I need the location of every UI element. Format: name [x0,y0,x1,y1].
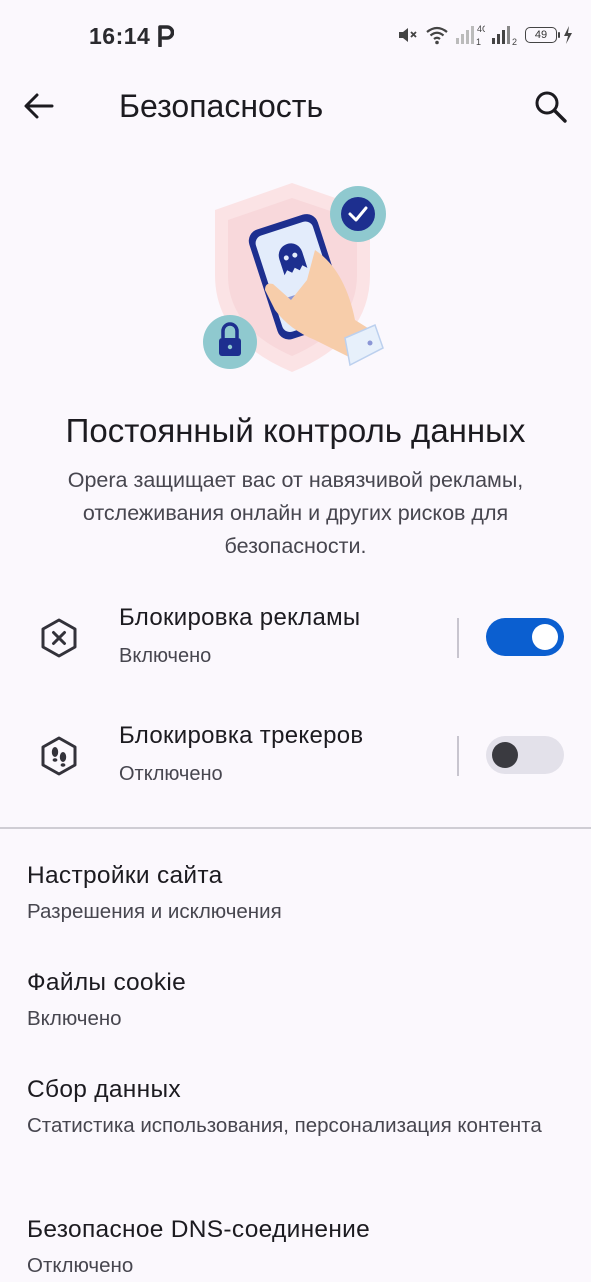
app-bar: Безопасность [0,72,591,144]
cookies-title: Файлы cookie [27,969,187,996]
signal-sim1-icon: 1 4G [456,24,485,46]
cookies-item[interactable]: Файлы cookie Включено [27,969,567,1035]
back-arrow-icon[interactable] [22,89,56,123]
battery-level: 49 [534,29,548,41]
tracker-block-status: Отключено [119,763,223,785]
status-icons: 1 4G 2 49 [397,24,573,46]
hero-description: Opera защищает вас от навязчивой рекламы… [67,468,524,558]
tracker-block-icon [41,736,77,776]
switch-knob [532,624,558,650]
network-type-label: 4G [477,24,485,34]
status-bar: 16:14 1 4G 2 49 [0,0,591,72]
tracker-block-switch[interactable] [486,736,564,774]
toggle-separator [457,618,459,658]
tracker-block-title: Блокировка трекеров [119,722,364,749]
status-time: 16:14 [89,23,151,49]
data-collection-subtitle: Статистика использования, персонализация… [27,1114,542,1137]
mute-icon [399,28,417,42]
cookies-subtitle: Включено [27,1007,122,1030]
sim1-label: 1 [476,37,481,46]
data-collection-title: Сбор данных [27,1076,181,1103]
sim2-label: 2 [512,37,517,46]
secure-dns-title: Безопасное DNS-соединение [27,1216,371,1243]
ad-block-status: Включено [119,645,212,667]
ad-block-icon [41,618,77,658]
signal-sim2-icon: 2 [492,26,517,46]
search-icon[interactable] [533,89,569,125]
ad-block-switch[interactable] [486,618,564,656]
parking-notification-icon [158,25,174,47]
hero-headline: Постоянный контроль данных [65,412,526,449]
switch-knob [492,742,518,768]
page-title: Безопасность [119,88,324,124]
charging-icon [564,26,572,44]
ad-block-row[interactable]: Блокировка рекламы Включено [0,590,591,690]
section-divider [0,827,591,829]
ad-block-title: Блокировка рекламы [119,604,361,631]
site-settings-item[interactable]: Настройки сайта Разрешения и исключения [27,862,567,928]
data-collection-item[interactable]: Сбор данных Статистика использования, пе… [27,1076,567,1142]
secure-dns-item[interactable]: Безопасное DNS-соединение Отключено [27,1216,567,1282]
site-settings-subtitle: Разрешения и исключения [27,900,282,923]
toggle-separator [457,736,459,776]
site-settings-title: Настройки сайта [27,862,223,889]
tracker-block-row[interactable]: Блокировка трекеров Отключено [0,708,591,808]
wifi-icon [426,26,448,45]
battery-icon: 49 [525,27,560,43]
secure-dns-subtitle: Отключено [27,1254,134,1277]
security-illustration [203,183,386,372]
